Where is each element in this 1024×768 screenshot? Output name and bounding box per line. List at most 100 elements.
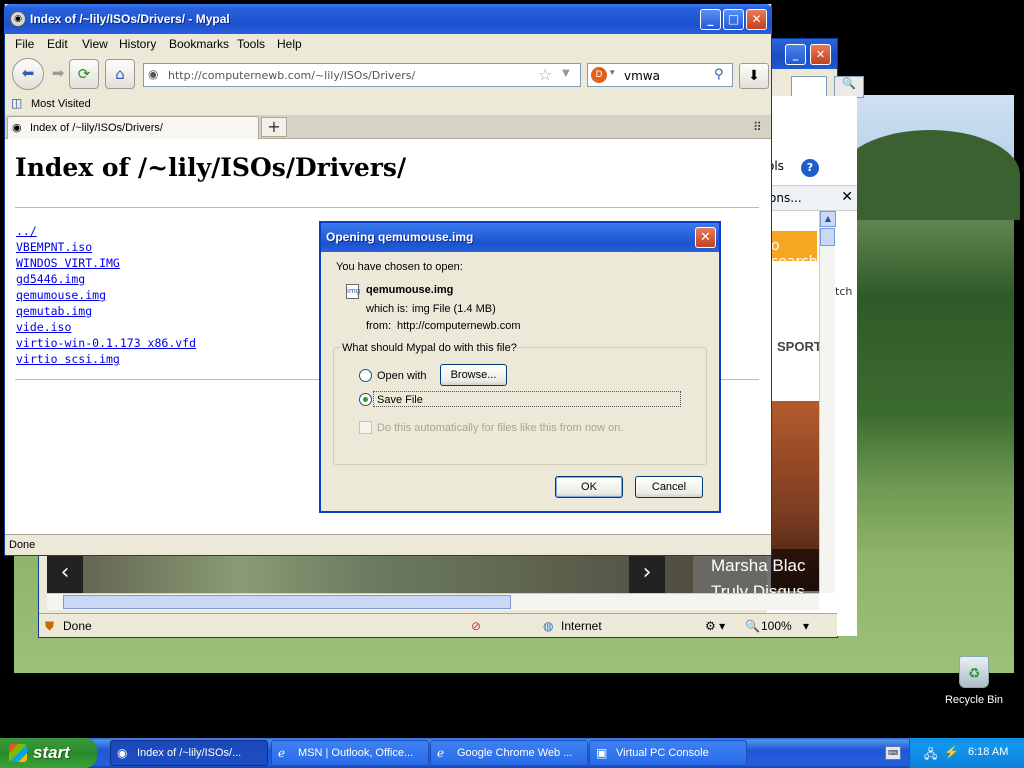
download-dialog[interactable]: Opening qemumouse.img ✕ You have chosen … [319, 221, 721, 513]
bookmark-most-visited[interactable]: Most Visited [31, 98, 91, 110]
start-button[interactable]: start [0, 738, 97, 768]
safely-remove-icon[interactable]: ⚡ [944, 745, 959, 759]
keyboard-icon[interactable]: ⌨ [885, 746, 901, 760]
msn-search-button[interactable]: 🔍 [834, 76, 864, 98]
tab-index[interactable]: ◉ Index of /~lily/ISOs/Drivers/ [7, 116, 259, 139]
recycle-bin[interactable]: ♻ Recycle Bin [942, 656, 1006, 706]
file-link[interactable]: virtio scsi.img [16, 351, 196, 367]
auto-checkbox[interactable] [359, 421, 372, 434]
url-bar[interactable]: ◉ http://computernewb.com/~lily/ISOs/Dri… [143, 63, 581, 87]
msn-sport-label[interactable]: SPORT [777, 339, 822, 354]
menu-help[interactable]: Help [277, 37, 302, 51]
taskbar-item-mypal[interactable]: ◉ Index of /~lily/ISOs/... [110, 740, 268, 766]
menu-view[interactable]: View [82, 37, 108, 51]
menu-history[interactable]: History [119, 37, 156, 51]
browser-titlebar[interactable]: ◉ Index of /~lily/ISOs/Drivers/ - Mypal … [4, 4, 772, 34]
downloads-button[interactable]: ⬇ [739, 63, 769, 89]
dialog-question: What should Mypal do with this file? [340, 342, 519, 354]
system-tray: 🖧 ⚡ 6:18 AM [909, 738, 1024, 768]
new-tab-button[interactable]: + [261, 117, 287, 137]
dialog-chosen-label: You have chosen to open: [336, 261, 463, 273]
mypal-icon: ◉ [117, 746, 128, 760]
dialog-filename: qemumouse.img [366, 284, 454, 296]
minimize-button[interactable]: _ [700, 9, 721, 30]
status-text: Done [9, 539, 36, 551]
save-file-radio[interactable] [359, 393, 372, 406]
msn-vertical-scrollbar[interactable]: ▲ [819, 211, 836, 593]
clock[interactable]: 6:18 AM [968, 746, 1008, 758]
file-link-parent[interactable]: ../ [16, 223, 196, 239]
msn-prev-arrow-icon[interactable]: ‹ [47, 555, 83, 593]
home-button[interactable]: ⌂ [105, 59, 135, 89]
msn-scroll-thumb[interactable] [820, 228, 835, 246]
ok-button[interactable]: OK [555, 476, 623, 498]
dialog-close-button[interactable]: ✕ [695, 227, 716, 248]
msn-tab-close-icon[interactable]: ✕ [841, 189, 853, 205]
tab-title: Index of /~lily/ISOs/Drivers/ [30, 122, 163, 134]
file-link[interactable]: WINDOS VIRT.IMG [16, 255, 196, 271]
dialog-titlebar[interactable]: Opening qemumouse.img ✕ [321, 223, 719, 252]
browse-button[interactable]: Browse... [440, 364, 507, 386]
taskbar-item-vpc[interactable]: ▣ Virtual PC Console [589, 740, 747, 766]
tab-list-icon[interactable]: ⠿ [753, 120, 762, 134]
close-button[interactable]: ✕ [746, 9, 767, 30]
msn-minimize-button[interactable]: _ [785, 44, 806, 65]
msn-zoom-level[interactable]: 100% [761, 619, 792, 633]
msn-next-arrow-icon[interactable]: › [629, 555, 665, 593]
msn-scroll-up-icon[interactable]: ▲ [820, 211, 836, 227]
msn-horizontal-scrollbar[interactable] [47, 593, 819, 610]
file-link[interactable]: gd5446.img [16, 271, 196, 287]
navigation-toolbar: ⬅ ➡ ⟳ ⌂ ◉ http://computernewb.com/~lily/… [5, 56, 771, 92]
menu-bar: File Edit View History Bookmarks Tools H… [5, 34, 771, 54]
msn-privacy-icon[interactable]: ⊘ [471, 619, 481, 633]
network-icon[interactable]: 🖧 [924, 745, 937, 766]
taskbar-item-msn[interactable]: ℯ MSN | Outlook, Office... [271, 740, 429, 766]
cancel-button[interactable]: Cancel [635, 476, 703, 498]
save-file-label[interactable]: Save File [377, 394, 423, 406]
search-engine-icon[interactable]: D [591, 67, 607, 83]
msn-globe-icon: ◍ [543, 619, 554, 633]
msn-image-strip[interactable] [47, 555, 693, 593]
open-with-radio[interactable] [359, 369, 372, 382]
which-is-value: img File (1.4 MB) [412, 303, 496, 315]
url-text[interactable]: http://computernewb.com/~lily/ISOs/Drive… [168, 69, 415, 82]
taskbar-item-label: Virtual PC Console [616, 747, 709, 759]
file-link[interactable]: VBEMPNT.iso [16, 239, 196, 255]
search-icon[interactable]: ⚲ [714, 67, 724, 82]
msn-close-button[interactable]: ✕ [810, 44, 831, 65]
file-link[interactable]: vide.iso [16, 319, 196, 335]
open-with-label[interactable]: Open with [377, 370, 427, 382]
search-bar[interactable]: D ▾ vmwa ⚲ [587, 63, 733, 87]
back-button[interactable]: ⬅ [12, 58, 44, 90]
menu-bookmarks[interactable]: Bookmarks [169, 37, 229, 51]
msn-watch-label[interactable]: tch [835, 285, 852, 298]
site-identity-icon[interactable]: ◉ [148, 67, 158, 81]
msn-zoom-dropdown-icon[interactable]: ▾ [803, 619, 809, 633]
window-title: Index of /~lily/ISOs/Drivers/ - Mypal [30, 12, 230, 26]
recycle-bin-icon[interactable]: ♻ [959, 656, 989, 688]
url-dropdown-icon[interactable]: ▼ [562, 68, 570, 79]
bookmarks-toolbar: ◫ Most Visited [5, 94, 771, 114]
file-link[interactable]: qemutab.img [16, 303, 196, 319]
msn-tab[interactable]: ons... ✕ [767, 185, 857, 211]
msn-status-text: Done [63, 619, 92, 633]
menu-tools[interactable]: Tools [237, 37, 265, 51]
msn-security-icon[interactable]: ⚙ ▾ [705, 619, 725, 633]
search-engine-dropdown-icon[interactable]: ▾ [610, 68, 615, 78]
reload-button[interactable]: ⟳ [69, 59, 99, 89]
msn-help-icon[interactable]: ? [801, 159, 819, 177]
taskbar-item-label: MSN | Outlook, Office... [298, 747, 414, 759]
file-link[interactable]: virtio-win-0.1.173 x86.vfd [16, 335, 196, 351]
file-link[interactable]: qemumouse.img [16, 287, 196, 303]
start-label: start [33, 743, 70, 762]
msn-hscroll-thumb[interactable] [63, 595, 511, 609]
msn-search-promo[interactable]: o search [769, 231, 818, 270]
dialog-title: Opening qemumouse.img [326, 230, 474, 244]
search-input[interactable]: vmwa [624, 69, 660, 83]
taskbar-item-chrome[interactable]: ℯ Google Chrome Web ... [430, 740, 588, 766]
maximize-button[interactable]: □ [723, 9, 744, 30]
msn-search-input[interactable] [791, 76, 827, 98]
menu-file[interactable]: File [15, 37, 34, 51]
menu-edit[interactable]: Edit [47, 37, 68, 51]
bookmark-star-icon[interactable]: ☆ [538, 65, 552, 84]
